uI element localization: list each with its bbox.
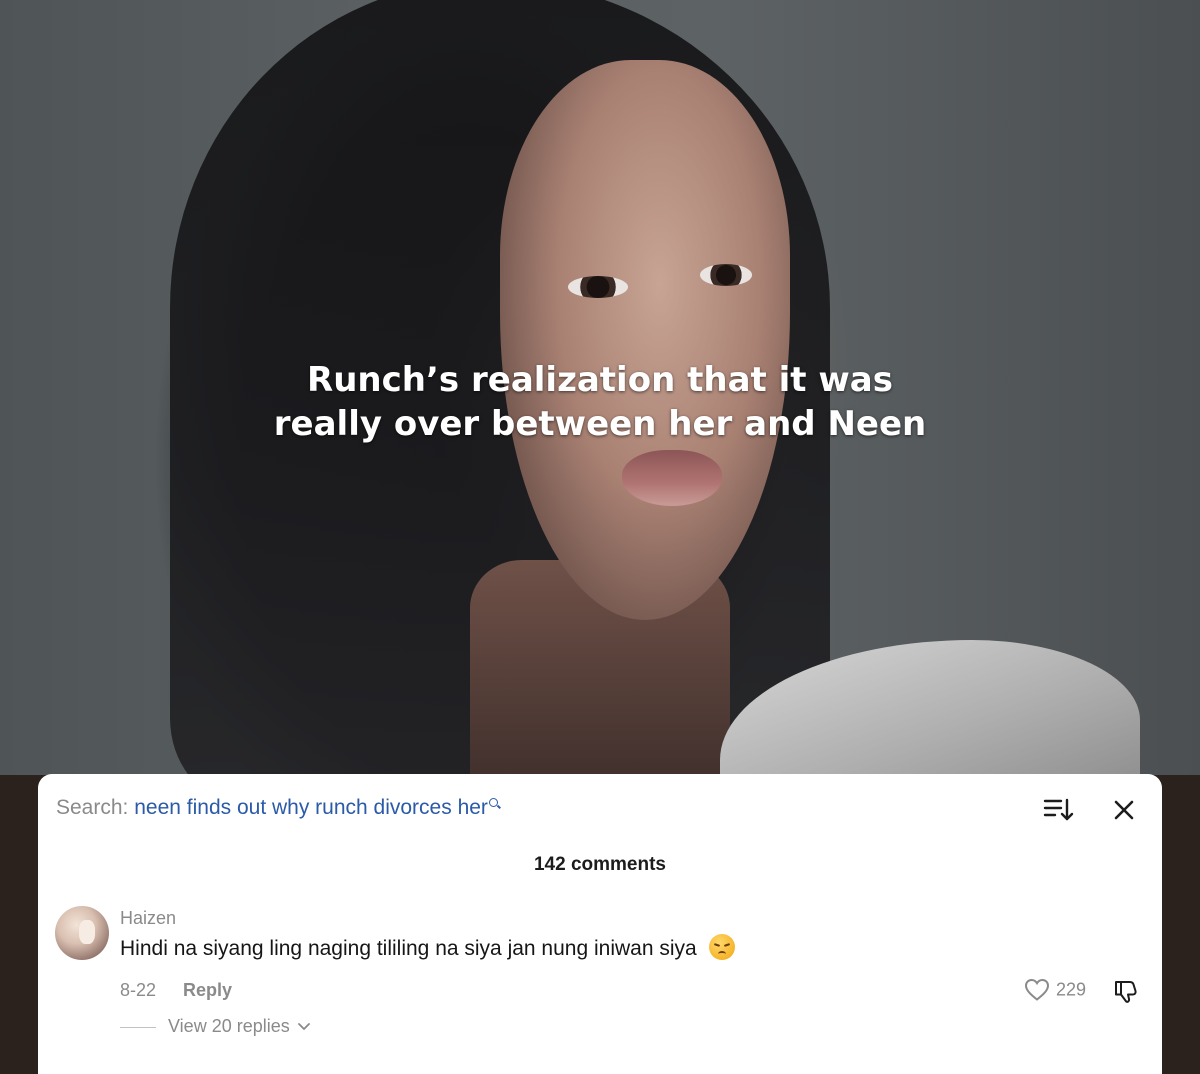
video-caption-line-2: really over between her and Neen <box>273 404 927 444</box>
close-icon <box>1114 800 1134 820</box>
disappointed-face-icon <box>708 934 735 961</box>
search-query-link[interactable]: neen finds out why runch divorces her <box>134 796 488 819</box>
divider-line <box>120 1026 156 1028</box>
like-count: 229 <box>1056 979 1087 1000</box>
chevron-down-icon <box>297 1023 310 1031</box>
thumbs-down-icon <box>1115 981 1137 1003</box>
search-suggestion[interactable]: Search: neen finds out why runch divorce… <box>56 796 501 820</box>
comments-sheet: Search: neen finds out why runch divorce… <box>38 774 1162 1074</box>
dislike-button[interactable] <box>1112 977 1140 1005</box>
avatar[interactable] <box>55 906 109 960</box>
sort-icon <box>1043 798 1074 821</box>
view-replies-button[interactable]: View 20 replies <box>120 1016 311 1037</box>
comment-meta: 8-22 Reply <box>120 980 232 1001</box>
video-caption: Runch’s realization that it was really o… <box>0 358 1200 446</box>
video-frame-lips <box>622 450 722 506</box>
reply-button[interactable]: Reply <box>183 980 232 1000</box>
sort-button[interactable] <box>1041 796 1075 824</box>
comment-date: 8-22 <box>120 980 157 1000</box>
video-player[interactable]: Runch’s realization that it was really o… <box>0 0 1200 775</box>
video-frame-left-eye <box>568 276 628 298</box>
comment-body: Hindi na siyang ling naging tililing na … <box>120 934 735 961</box>
comment-count: 142 comments <box>533 854 666 875</box>
search-icon <box>488 798 501 809</box>
close-button[interactable] <box>1108 794 1140 826</box>
view-replies-label: View 20 replies <box>168 1016 290 1036</box>
comment-text: Hindi na siyang ling naging tililing na … <box>120 937 697 960</box>
video-caption-line-1: Runch’s realization that it was <box>307 360 893 400</box>
video-frame-right-eye <box>700 264 752 286</box>
heart-icon <box>1024 978 1050 1001</box>
comment-username[interactable]: Haizen <box>120 908 176 929</box>
like-button[interactable]: 229 <box>1024 978 1086 1006</box>
search-label: Search: <box>56 796 135 819</box>
